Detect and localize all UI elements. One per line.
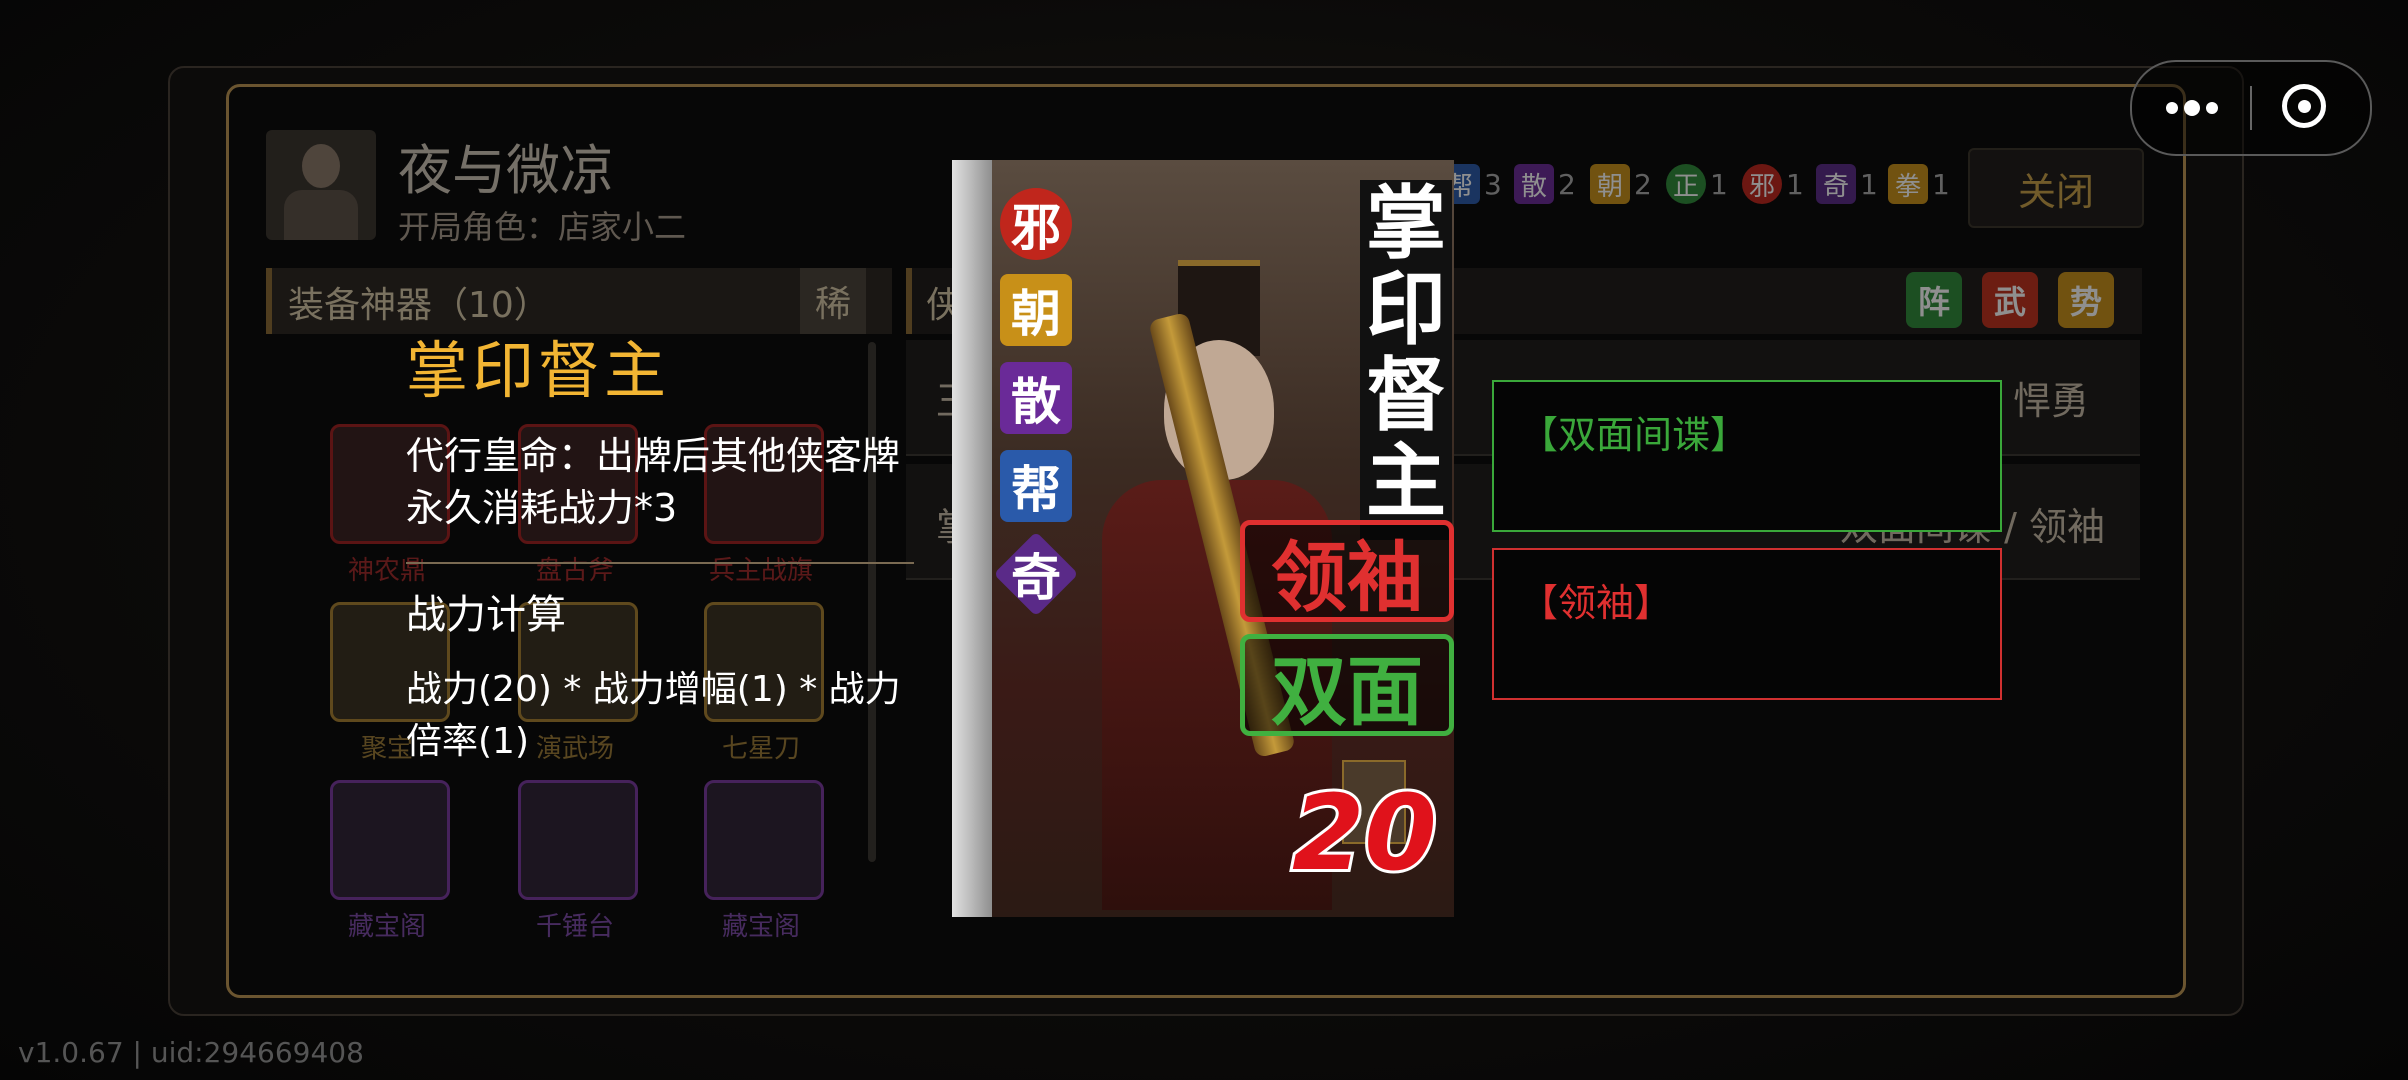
card-edge — [952, 160, 992, 917]
equip-item-cangbaoge[interactable] — [330, 780, 450, 900]
trait-double-face: 双面 — [1240, 634, 1454, 736]
stat-badge-xie: 邪 — [1742, 164, 1782, 204]
keyword-box-double-agent: 【双面间谍】 — [1492, 380, 2002, 532]
version-text: v1.0.67 | uid:294669408 — [18, 1036, 364, 1069]
equip-label: 千锤台 — [535, 912, 614, 942]
faction-badge-san: 散 — [1000, 362, 1072, 434]
popup-divider — [406, 562, 914, 564]
card-name: 掌印督主 — [1366, 176, 1446, 528]
stat-badge-quan: 拳 — [1888, 164, 1928, 204]
stat-count: 1 — [1710, 168, 1728, 201]
rarity-sort-button[interactable]: 稀 — [800, 268, 866, 334]
stat-count: 1 — [1786, 168, 1804, 201]
popup-card-title: 掌印督主 — [406, 334, 671, 407]
close-button[interactable]: 关闭 — [1968, 148, 2144, 228]
stat-badge-zheng: 正 — [1666, 164, 1706, 204]
tag-zhen[interactable]: 阵 — [1906, 272, 1962, 328]
avatar — [266, 130, 376, 240]
faction-badge-xie: 邪 — [1000, 188, 1072, 260]
capsule-menu — [2130, 60, 2372, 156]
close-miniprogram-icon[interactable] — [2282, 84, 2326, 128]
equip-scrollbar[interactable] — [868, 342, 876, 862]
stat-count: 1 — [1932, 168, 1950, 201]
stat-count: 2 — [1634, 168, 1652, 201]
equip-label: 兵主战旗 — [708, 556, 813, 586]
equip-label: 藏宝阁 — [721, 912, 800, 942]
keyword-title: 【领袖】 — [1520, 581, 1673, 625]
faction-badge-bang: 帮 — [1000, 450, 1072, 522]
faction-badge-chao: 朝 — [1000, 274, 1072, 346]
stat-count: 1 — [1860, 168, 1878, 201]
stat-badge-qi: 奇 — [1816, 164, 1856, 204]
hero-card: 邪 朝 散 帮 奇 掌印督主 领袖 双面 20 — [952, 160, 1454, 917]
stat-count: 2 — [1558, 168, 1576, 201]
keyword-title: 【双面间谍】 — [1520, 413, 1749, 457]
stat-badge-san: 散 — [1514, 164, 1554, 204]
keyword-box-leader: 【领袖】 — [1492, 548, 2002, 700]
player-name: 夜与微凉 — [398, 139, 614, 202]
tag-wu[interactable]: 武 — [1982, 272, 2038, 328]
equip-label: 藏宝阁 — [347, 912, 426, 942]
more-icon[interactable] — [2166, 92, 2222, 124]
start-role-text: 开局角色：店家小二 — [398, 208, 687, 246]
stat-count: 3 — [1484, 168, 1502, 201]
popup-card-description: 代行皇命：出牌后其他侠客牌永久消耗战力*3 — [406, 434, 901, 530]
equip-item-qianchuitai[interactable] — [518, 780, 638, 900]
faction-badge-qi: 奇 — [993, 531, 1079, 617]
power-calc-title: 战力计算 — [406, 592, 566, 638]
tag-shi[interactable]: 势 — [2058, 272, 2114, 328]
equip-item-cangbaoge-2[interactable] — [704, 780, 824, 900]
power-formula: 战力(20) * 战力增幅(1) * 战力倍率(1) — [406, 669, 901, 762]
card-power: 20 — [1289, 769, 1440, 897]
stat-badge-chao: 朝 — [1590, 164, 1630, 204]
trait-leader: 领袖 — [1240, 520, 1454, 622]
